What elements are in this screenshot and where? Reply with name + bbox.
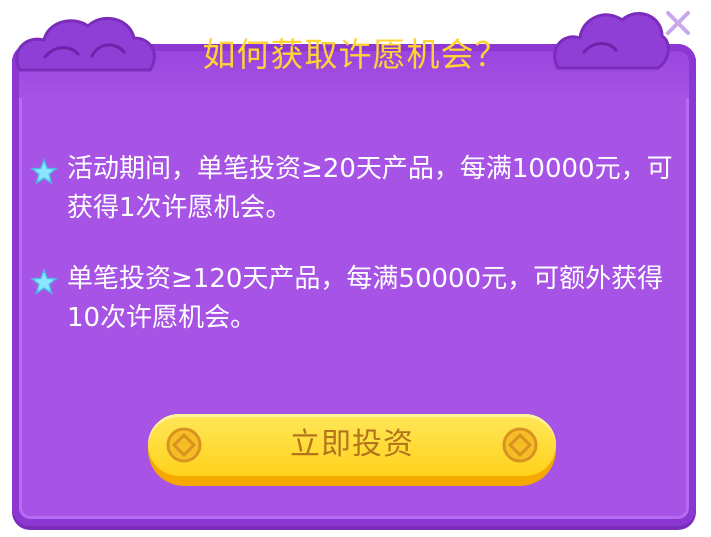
wish-info-dialog: 如何获取许愿机会？ 活动期间，单笔投资≥20天产品，每满10000元，可获得1次… [0,0,711,537]
button-label: 立即投资 [290,427,414,462]
invest-now-button[interactable]: 立即投资 [148,414,556,486]
rule-item: 单笔投资≥120天产品，每满50000元，可额外获得10次许愿机会。 [30,260,690,338]
rule-text: 活动期间，单笔投资≥20天产品，每满10000元，可获得1次许愿机会。 [67,154,673,223]
dialog-title: 如何获取许愿机会？ [202,35,509,74]
rule-list: 活动期间，单笔投资≥20天产品，每满10000元，可获得1次许愿机会。 单笔投资… [30,150,690,370]
rule-text: 单笔投资≥120天产品，每满50000元，可额外获得10次许愿机会。 [67,264,664,333]
rule-item: 活动期间，单笔投资≥20天产品，每满10000元，可获得1次许愿机会。 [30,150,690,228]
star-icon [30,158,58,185]
star-icon [30,268,58,295]
coin-icon [502,427,538,463]
